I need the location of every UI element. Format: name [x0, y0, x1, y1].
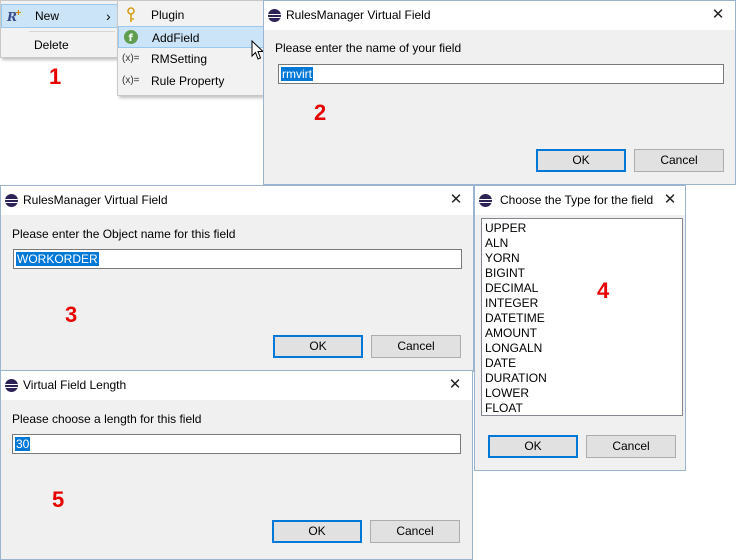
dialog-title: RulesManager Virtual Field	[286, 8, 431, 22]
type-list-item[interactable]: BIGINT	[485, 266, 525, 281]
dialog-titlebar: Virtual Field Length ✕	[1, 371, 472, 400]
object-name-input[interactable]: WORKORDER	[13, 249, 462, 269]
close-icon[interactable]: ✕	[659, 189, 681, 211]
menu-separator	[29, 31, 115, 32]
cancel-button[interactable]: Cancel	[586, 435, 676, 458]
dialog-title: Choose the Type for the field	[500, 193, 654, 207]
type-list-item[interactable]: UPPER	[485, 221, 526, 236]
dialog-titlebar: Choose the Type for the field ✕	[475, 186, 685, 215]
step-number-4: 4	[597, 278, 610, 303]
submenu-item-label: RMSetting	[151, 52, 208, 66]
eclipse-icon	[5, 194, 18, 207]
menu-item-new[interactable]: R + New ›	[1, 4, 119, 28]
submenu-item-label: AddField	[152, 31, 200, 45]
dialog-titlebar: RulesManager Virtual Field ✕	[1, 186, 473, 215]
cancel-button[interactable]: Cancel	[370, 520, 460, 543]
type-list-item[interactable]: DATETIME	[485, 311, 545, 326]
variable-icon: (x)=	[122, 75, 140, 86]
field-length-input[interactable]: 30	[12, 434, 461, 454]
step-number-3: 3	[65, 302, 78, 327]
menu-item-delete[interactable]: Delete	[1, 34, 119, 56]
close-icon[interactable]: ✕	[707, 4, 729, 26]
key-icon	[124, 7, 138, 23]
submenu-item-label: Plugin	[151, 8, 185, 22]
dialog-title: Virtual Field Length	[23, 378, 127, 392]
object-name-dialog: RulesManager Virtual Field ✕ Please ente…	[0, 185, 474, 372]
type-list-item[interactable]: YORN	[485, 251, 520, 266]
object-name-value: WORKORDER	[16, 252, 99, 266]
green-f-icon: f	[123, 29, 139, 45]
step-number-5: 5	[52, 487, 65, 512]
field-type-dialog: Choose the Type for the field ✕ UPPER AL…	[474, 185, 686, 471]
submenu-item-rmsetting[interactable]: (x)= RMSetting	[118, 48, 264, 70]
dialog-prompt: Please enter the Object name for this fi…	[12, 227, 236, 241]
type-list-item[interactable]: AMOUNT	[485, 326, 537, 341]
ok-button[interactable]: OK	[488, 435, 578, 458]
submenu-item-label: Rule Property	[151, 74, 225, 88]
menu-item-delete-label: Delete	[34, 38, 69, 52]
field-name-dialog: RulesManager Virtual Field ✕ Please ente…	[263, 0, 736, 185]
field-length-dialog: Virtual Field Length ✕ Please choose a l…	[0, 370, 473, 560]
ok-button[interactable]: OK	[273, 335, 363, 358]
eclipse-icon	[479, 194, 492, 207]
dialog-title: RulesManager Virtual Field	[23, 193, 168, 207]
type-list-item[interactable]: INTEGER	[485, 296, 538, 311]
close-icon[interactable]: ✕	[444, 374, 466, 396]
svg-text:+: +	[15, 8, 22, 17]
step-number-2: 2	[314, 100, 327, 125]
dialog-prompt: Please enter the name of your field	[275, 41, 462, 55]
ok-button[interactable]: OK	[536, 149, 626, 172]
field-name-value: rmvirt	[281, 67, 313, 81]
cancel-button[interactable]: Cancel	[634, 149, 724, 172]
type-list-item[interactable]: LONGALN	[485, 341, 542, 356]
new-submenu: Plugin f AddField (x)= RMSetting (x)= Ru…	[117, 0, 265, 96]
eclipse-icon	[268, 9, 281, 22]
type-listbox[interactable]: UPPER ALN YORN BIGINT DECIMAL INTEGER DA…	[481, 218, 683, 416]
menu-item-new-label: New	[35, 9, 60, 23]
rules-plugin-icon: R +	[6, 7, 22, 24]
type-list-item[interactable]: DURATION	[485, 371, 547, 386]
dialog-prompt: Please choose a length for this field	[12, 412, 202, 426]
submenu-item-rule-property[interactable]: (x)= Rule Property	[118, 70, 264, 92]
submenu-item-plugin[interactable]: Plugin	[118, 4, 264, 26]
step-number-1: 1	[49, 64, 62, 89]
context-menu: R + New › Delete	[0, 0, 120, 58]
close-icon[interactable]: ✕	[445, 189, 467, 211]
type-list-item[interactable]: LOWER	[485, 386, 529, 401]
field-length-value: 30	[15, 437, 31, 451]
cancel-button[interactable]: Cancel	[371, 335, 461, 358]
type-list-item[interactable]: FLOAT	[485, 401, 523, 416]
submenu-arrow-icon: ›	[106, 8, 111, 24]
dialog-titlebar: RulesManager Virtual Field ✕	[264, 1, 735, 30]
svg-text:f: f	[129, 33, 134, 44]
ok-button[interactable]: OK	[272, 520, 362, 543]
variable-icon: (x)=	[122, 53, 140, 64]
type-list-item[interactable]: ALN	[485, 236, 508, 251]
submenu-item-addfield[interactable]: f AddField	[118, 26, 264, 48]
type-list-item[interactable]: DATE	[485, 356, 516, 371]
type-list-item[interactable]: DECIMAL	[485, 281, 538, 296]
eclipse-icon	[5, 379, 18, 392]
field-name-input[interactable]: rmvirt	[278, 64, 724, 84]
